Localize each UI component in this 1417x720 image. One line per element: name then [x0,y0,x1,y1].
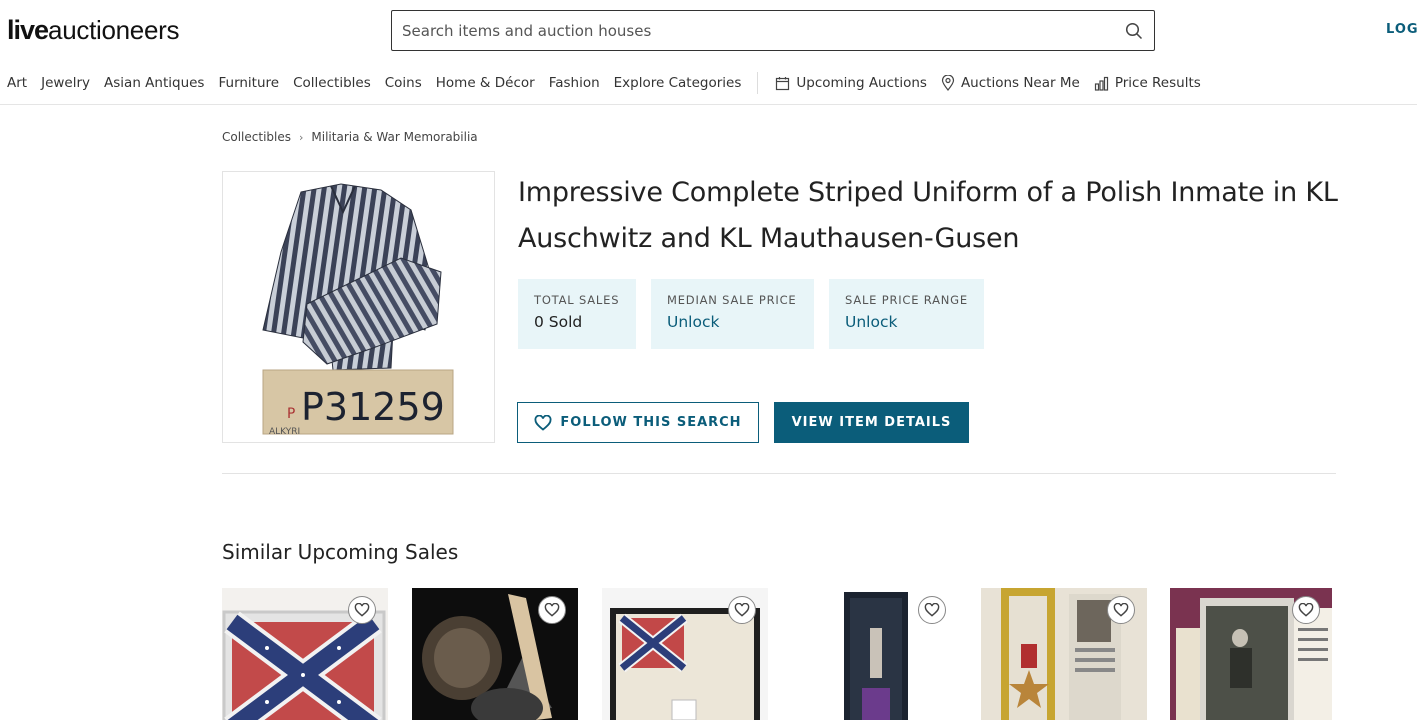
section-divider [222,473,1336,474]
logo-auctioneers-text: auctioneers [48,15,180,45]
nav-item-upcoming-auctions[interactable]: Upcoming Auctions [768,75,934,91]
favorite-heart-icon[interactable] [728,596,756,624]
unlock-range-link[interactable]: Unlock [845,313,968,331]
stat-label: TOTAL SALES [534,293,620,307]
similar-card-confederate-flag[interactable] [602,588,768,720]
favorite-heart-icon[interactable] [1107,596,1135,624]
login-link[interactable]: LOG [1386,22,1417,37]
search-input[interactable] [392,11,1114,50]
favorite-heart-icon[interactable] [538,596,566,624]
nav-item-price-results[interactable]: Price Results [1087,75,1208,91]
follow-search-button[interactable]: FOLLOW THIS SEARCH [517,402,759,443]
stat-sale-price-range: SALE PRICE RANGE Unlock [829,279,984,349]
similar-card-aviator-helmet[interactable] [412,588,578,720]
nav-item-fashion[interactable]: Fashion [542,75,607,91]
search-bar [391,10,1155,51]
chevron-right-icon: › [299,130,304,144]
category-nav: Art Jewelry Asian Antiques Furniture Col… [0,70,1208,96]
favorite-heart-icon[interactable] [348,596,376,624]
tag-prefix: P [287,406,295,422]
nav-item-furniture[interactable]: Furniture [211,75,286,91]
nav-item-jewelry[interactable]: Jewelry [34,75,97,91]
nav-near-label: Auctions Near Me [960,75,1080,91]
nav-item-asian-antiques[interactable]: Asian Antiques [97,75,211,91]
stat-median-sale-price: MEDIAN SALE PRICE Unlock [651,279,814,349]
nav-prices-label: Price Results [1114,75,1201,91]
stat-label: MEDIAN SALE PRICE [667,293,797,307]
breadcrumb-collectibles[interactable]: Collectibles [222,130,291,144]
follow-label: FOLLOW THIS SEARCH [560,415,742,430]
stat-label: SALE PRICE RANGE [845,293,968,307]
view-item-details-button[interactable]: VIEW ITEM DETAILS [774,402,969,443]
header-divider [0,104,1417,105]
location-pin-icon [941,75,955,91]
stat-value: 0 Sold [534,313,583,331]
similar-card-purple-heart[interactable] [792,588,958,720]
nav-divider [757,72,759,94]
unlock-median-link[interactable]: Unlock [667,313,798,331]
bar-chart-icon [1094,76,1108,91]
nav-item-collectibles[interactable]: Collectibles [286,75,378,91]
image-watermark: ALKYRI [269,427,300,437]
item-title: Impressive Complete Striped Uniform of a… [518,177,1338,254]
stat-total-sales: TOTAL SALES 0 Sold [518,279,636,349]
nav-item-auctions-near-me[interactable]: Auctions Near Me [934,75,1087,91]
nav-upcoming-label: Upcoming Auctions [796,75,927,91]
search-icon[interactable] [1114,11,1154,51]
nav-item-art[interactable]: Art [0,75,34,91]
item-image[interactable]: P P31259 ALKYRI [222,171,495,443]
nav-item-coins[interactable]: Coins [378,75,429,91]
nav-item-explore-categories[interactable]: Explore Categories [607,75,749,91]
similar-card-soldier-photo[interactable] [1170,588,1332,720]
site-logo[interactable]: live auctioneers [7,15,179,49]
similar-card-flag-framed[interactable] [222,588,388,720]
calendar-icon [776,76,790,90]
similar-sales-heading: Similar Upcoming Sales [222,540,459,564]
nav-item-home-decor[interactable]: Home & Décor [429,75,542,91]
favorite-heart-icon[interactable] [1292,596,1320,624]
inmate-number: P31259 [301,385,445,429]
favorite-heart-icon[interactable] [918,596,946,624]
heart-icon [534,414,552,431]
breadcrumb-militaria[interactable]: Militaria & War Memorabilia [311,130,477,144]
similar-card-bronze-star[interactable] [981,588,1147,720]
logo-live-text: live [7,15,49,45]
breadcrumb: Collectibles › Militaria & War Memorabil… [222,130,478,144]
